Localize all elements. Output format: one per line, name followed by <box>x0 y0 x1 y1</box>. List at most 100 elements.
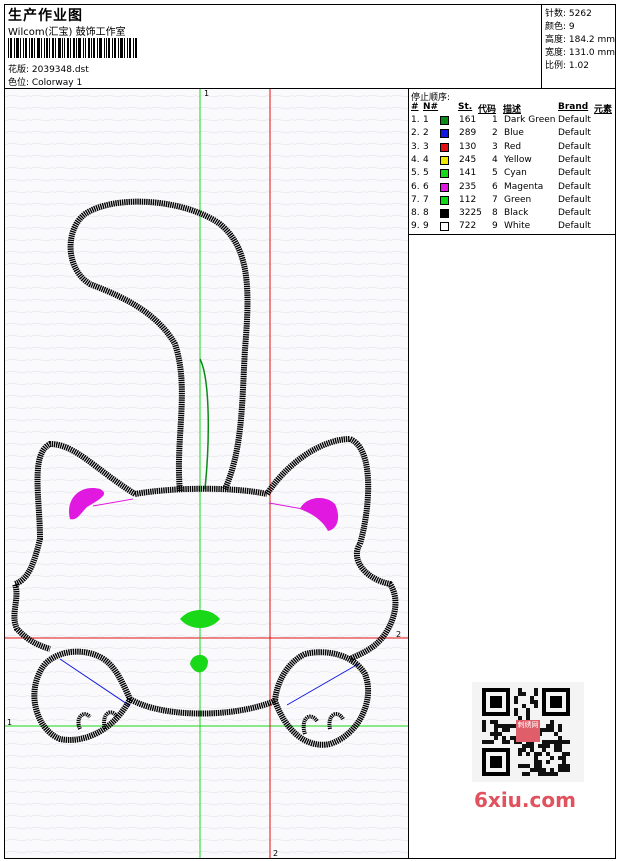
stop-description: White <box>504 221 531 232</box>
barcode-bar <box>83 38 84 58</box>
barcode-bar <box>120 38 123 58</box>
qr-module <box>494 728 498 732</box>
color-swatch <box>440 222 449 232</box>
qr-module <box>554 732 558 736</box>
qr-module <box>514 700 518 704</box>
qr-module <box>534 700 538 704</box>
barcode-bar <box>10 38 12 58</box>
qr-module <box>534 764 538 768</box>
qr-module <box>522 748 526 752</box>
stop-code: 5 <box>492 168 498 179</box>
stop-needle: 9 <box>423 221 429 232</box>
barcode-bar <box>67 38 69 58</box>
barcode-bar <box>62 38 63 58</box>
stop-description: Blue <box>504 128 524 139</box>
stop-row[interactable]: 6. 6 235 6 Magenta Default <box>409 181 616 194</box>
stop-row[interactable]: 2. 2 289 2 Blue Default <box>409 127 616 140</box>
stop-brand: Default <box>558 115 591 125</box>
barcode-bar <box>99 38 102 58</box>
color-swatch <box>440 209 449 219</box>
barcode-bar <box>41 38 42 58</box>
qr-module <box>486 740 490 744</box>
qr-module <box>506 728 510 732</box>
qr-module <box>554 744 558 748</box>
guide-label-red-bottom: 2 <box>273 849 278 858</box>
qr-module <box>522 764 526 768</box>
col-header-index: # <box>411 102 419 112</box>
stop-brand: Default <box>558 181 591 192</box>
stop-row[interactable]: 3. 3 130 3 Red Default <box>409 141 616 154</box>
qr-module <box>522 772 526 776</box>
stop-index: 5. <box>411 168 420 179</box>
stop-needle: 2 <box>423 128 429 139</box>
qr-module <box>542 772 546 776</box>
barcode-bar <box>127 38 128 58</box>
qr-module <box>530 748 534 752</box>
qr-module <box>538 760 542 764</box>
colorway-name: 色位: Colorway 1 <box>8 78 83 88</box>
stop-index: 2. <box>411 128 420 139</box>
qr-module <box>566 752 570 756</box>
barcode-bar <box>37 38 40 58</box>
col-header-stitches: St. <box>458 102 473 112</box>
stop-row[interactable]: 9. 9 722 9 White Default <box>409 220 616 233</box>
barcode-bar <box>70 38 71 58</box>
stop-needle: 8 <box>423 208 429 219</box>
qr-finder <box>490 696 502 708</box>
barcode-bar <box>14 38 15 58</box>
qr-module <box>482 724 486 728</box>
barcode-bar <box>73 38 75 58</box>
qr-module <box>510 736 514 740</box>
qr-module <box>562 760 566 764</box>
color-swatch <box>440 129 449 139</box>
qr-module <box>518 688 522 692</box>
stop-row[interactable]: 5. 5 141 5 Cyan Default <box>409 167 616 180</box>
design-name: 花版: 2039348.dst <box>8 65 89 75</box>
qr-module <box>566 768 570 772</box>
barcode-bar <box>49 38 50 58</box>
color-swatch <box>440 195 449 205</box>
qr-module <box>498 732 502 736</box>
barcode-bar <box>93 38 95 58</box>
qr-module <box>530 700 534 704</box>
stop-description: Green <box>504 194 532 205</box>
stop-stitches: 235 <box>459 181 477 192</box>
qr-module <box>534 688 538 692</box>
stop-row[interactable]: 4. 4 245 4 Yellow Default <box>409 154 616 167</box>
barcode-bar <box>91 38 92 58</box>
stat-height: 高度: 184.2 mm <box>545 35 616 45</box>
qr-code: 刺绣网 <box>472 682 584 782</box>
barcode-bar <box>23 38 24 58</box>
barcode-bar <box>46 38 48 58</box>
barcode-bar <box>88 38 90 58</box>
qr-module <box>546 728 550 732</box>
qr-module <box>534 756 538 760</box>
qr-module <box>514 696 518 700</box>
barcode-bar <box>76 38 77 58</box>
stop-index: 4. <box>411 154 420 165</box>
qr-module <box>482 740 486 744</box>
color-swatch <box>440 116 449 125</box>
qr-module <box>558 768 562 772</box>
stop-row[interactable]: 7. 7 112 7 Green Default <box>409 194 616 207</box>
qr-module <box>538 768 542 772</box>
qr-module <box>542 744 546 748</box>
stop-stitches: 141 <box>459 168 477 179</box>
stop-index: 9. <box>411 221 420 232</box>
stop-stitches: 3225 <box>459 208 482 219</box>
guide-label-red-right: 2 <box>396 630 401 639</box>
design-canvas[interactable]: 1 1 2 2 <box>5 89 408 858</box>
stop-needle: 3 <box>423 141 429 152</box>
stop-needle: 4 <box>423 154 429 165</box>
stop-index: 7. <box>411 194 420 205</box>
stop-row[interactable]: 8. 8 3225 8 Black Default <box>409 207 616 220</box>
qr-module <box>518 748 522 752</box>
stat-ratio: 比例: 1.02 <box>545 61 589 71</box>
barcode-bar <box>44 38 45 58</box>
stop-code: 2 <box>492 128 498 139</box>
stop-stitches: 289 <box>459 128 477 139</box>
stop-row[interactable]: 1. 1 161 1 Dark Green Default <box>409 114 616 127</box>
qr-module <box>498 724 502 728</box>
qr-module <box>534 752 538 756</box>
qr-module <box>534 768 538 772</box>
